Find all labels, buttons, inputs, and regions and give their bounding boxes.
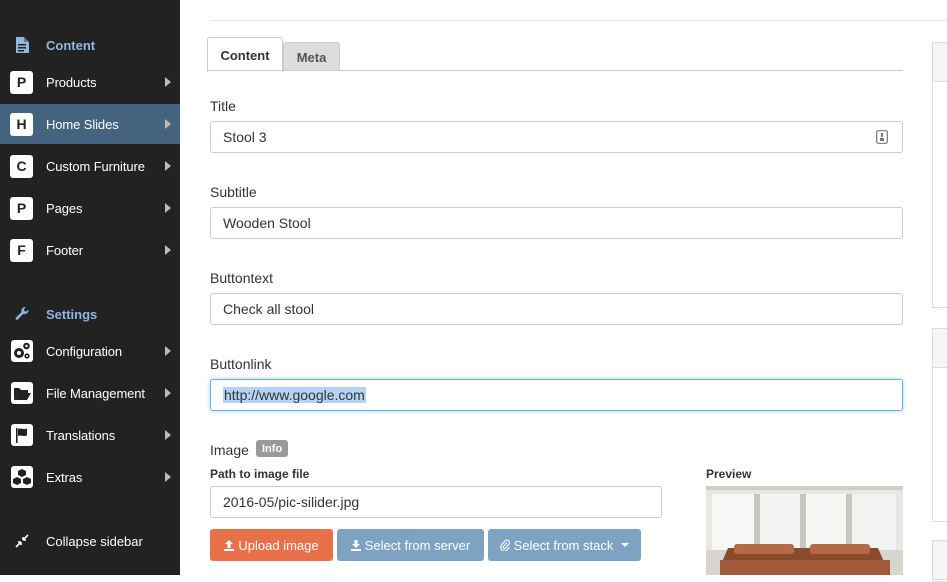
footer-badge: F [10, 238, 33, 262]
sidebar-item-home-slides[interactable]: H Home Slides [0, 104, 180, 144]
sidebar-item-footer[interactable]: F Footer [0, 230, 180, 270]
sidebar-item-translations[interactable]: Translations [0, 415, 180, 455]
sidebar: Content P Products H Home Slides C Custo… [0, 0, 180, 575]
preview-label: Preview [706, 467, 752, 481]
upload-icon [224, 539, 235, 551]
buttontext-input-value: Check all stool [223, 301, 315, 317]
folder-open-icon [10, 381, 34, 405]
products-badge: P [10, 70, 33, 94]
chevron-right-icon [165, 203, 171, 213]
settings-section-heading: Settings [0, 301, 180, 327]
download-icon [350, 539, 361, 551]
sidebar-item-label: Home Slides [46, 116, 119, 132]
upload-image-button[interactable]: Upload image [210, 529, 333, 561]
path-input-value: 2016-05/pic-silider.jpg [223, 494, 360, 510]
chevron-right-icon [165, 161, 171, 171]
side-panel-1 [932, 42, 947, 308]
path-input[interactable]: 2016-05/pic-silider.jpg [210, 486, 662, 518]
side-panel-3 [932, 540, 947, 582]
tab-meta[interactable]: Meta [283, 42, 340, 71]
sidebar-item-custom-furniture[interactable]: C Custom Furniture [0, 146, 180, 186]
sidebar-item-configuration[interactable]: Configuration [0, 331, 180, 371]
home-slides-badge: H [10, 112, 33, 136]
header-divider [210, 20, 947, 21]
sidebar-item-file-management[interactable]: File Management [0, 373, 180, 413]
custom-furniture-badge: C [10, 154, 33, 178]
chevron-right-icon [165, 430, 171, 440]
sidebar-item-label: Products [46, 74, 97, 90]
buttonlink-label: Buttonlink [210, 356, 272, 372]
buttonlink-input[interactable]: http://www.google.com [210, 379, 903, 411]
file-icon [12, 35, 32, 55]
tabs-divider [207, 70, 903, 71]
sidebar-item-products[interactable]: P Products [0, 62, 180, 102]
sidebar-item-label: Configuration [46, 343, 123, 359]
title-input[interactable]: Stool 3 [210, 121, 903, 153]
buttonlink-input-value: http://www.google.com [223, 387, 366, 403]
sidebar-item-label: Footer [46, 242, 83, 258]
image-info-badge[interactable]: Info [256, 440, 289, 457]
cubes-icon [10, 465, 34, 489]
chevron-right-icon [165, 119, 171, 129]
image-label: Image [210, 442, 249, 458]
title-input-value: Stool 3 [223, 129, 267, 145]
sidebar-item-extras[interactable]: Extras [0, 457, 180, 497]
side-panel-3-header [933, 541, 947, 580]
settings-heading: Settings [46, 306, 98, 322]
chevron-right-icon [165, 77, 171, 87]
side-panel-1-header [933, 43, 947, 82]
sidebar-item-label: File Management [46, 385, 145, 401]
buttontext-input[interactable]: Check all stool [210, 293, 903, 325]
select-from-stack-button[interactable]: Select from stack [488, 529, 641, 561]
image-preview [706, 486, 903, 575]
tab-content[interactable]: Content [207, 37, 283, 72]
path-label: Path to image file [210, 467, 310, 481]
sidebar-item-label: Pages [46, 200, 83, 216]
side-panel-2 [932, 328, 947, 522]
compress-icon [14, 533, 30, 549]
sidebar-item-pages[interactable]: P Pages [0, 188, 180, 228]
title-label: Title [210, 98, 236, 114]
collapse-sidebar-button[interactable]: Collapse sidebar [0, 528, 180, 554]
caret-down-icon [621, 543, 630, 547]
content-section-heading: Content [0, 32, 180, 58]
subtitle-input[interactable]: Wooden Stool [210, 207, 903, 239]
wrench-icon [12, 304, 32, 324]
flag-icon [10, 423, 34, 447]
sidebar-item-label: Extras [46, 469, 83, 485]
select-from-server-button[interactable]: Select from server [337, 529, 484, 561]
subtitle-input-value: Wooden Stool [223, 215, 311, 231]
chevron-right-icon [165, 472, 171, 482]
upload-image-label: Upload image [238, 537, 319, 553]
pages-badge: P [10, 196, 33, 220]
content-heading: Content [46, 37, 96, 53]
paperclip-icon [499, 539, 510, 551]
sidebar-item-label: Translations [46, 427, 116, 443]
chevron-right-icon [165, 245, 171, 255]
select-from-server-label: Select from server [364, 537, 471, 553]
side-panel-2-header [933, 329, 947, 368]
clipboard-icon [876, 130, 888, 144]
subtitle-label: Subtitle [210, 184, 257, 200]
select-from-stack-label: Select from stack [513, 537, 614, 553]
chevron-right-icon [165, 346, 171, 356]
collapse-sidebar-label: Collapse sidebar [46, 533, 143, 549]
gears-icon [10, 339, 34, 363]
chevron-right-icon [165, 388, 171, 398]
sidebar-item-label: Custom Furniture [46, 158, 145, 174]
buttontext-label: Buttontext [210, 270, 274, 286]
